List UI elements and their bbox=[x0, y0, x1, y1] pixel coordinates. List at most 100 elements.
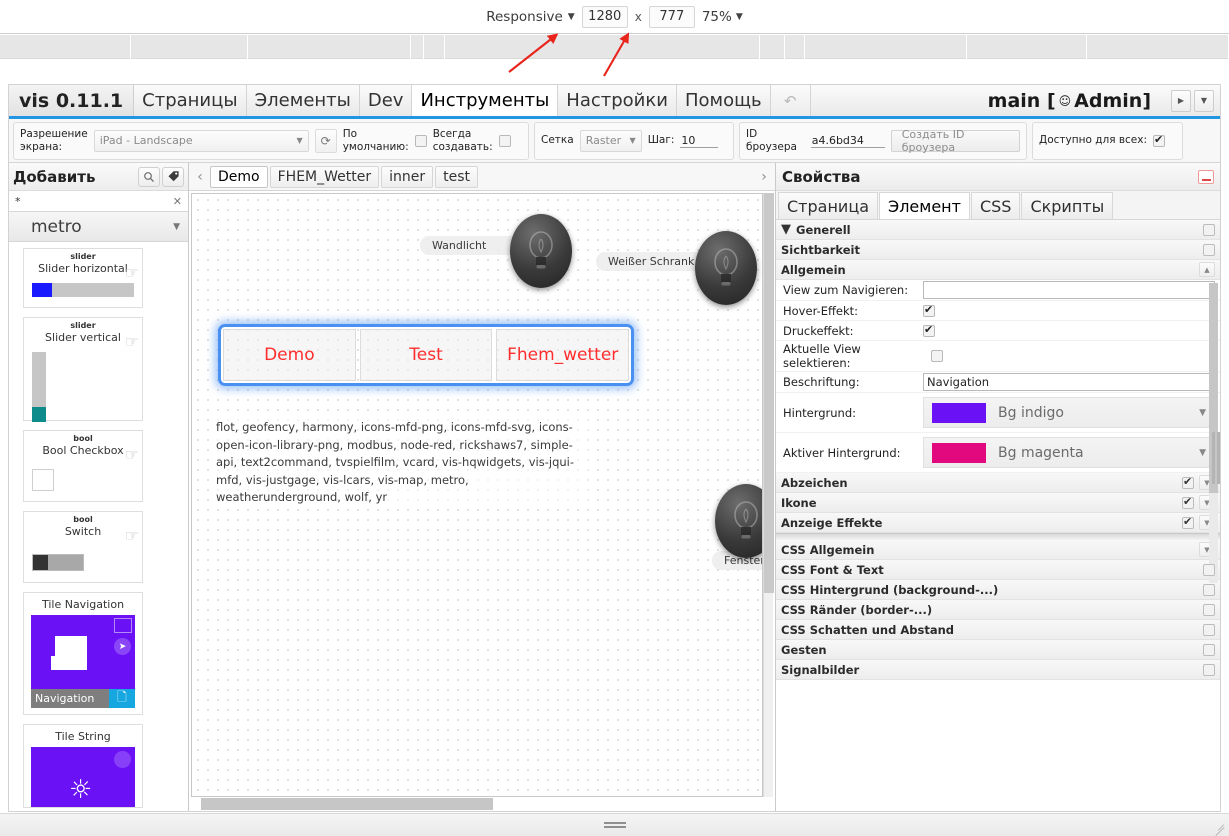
select-current-view-checkbox[interactable] bbox=[931, 350, 943, 362]
view-tab-demo[interactable]: Demo bbox=[210, 165, 268, 188]
property-group-gesten[interactable]: Gesten bbox=[776, 640, 1220, 660]
lightbulb-widget[interactable] bbox=[695, 231, 757, 305]
hover-effect-checkbox[interactable] bbox=[923, 303, 935, 317]
device-mode-dropdown[interactable]: Responsive ▼ bbox=[486, 9, 575, 25]
menu-item-dev[interactable]: Dev bbox=[359, 85, 413, 116]
caption-input[interactable] bbox=[923, 373, 1215, 391]
undo-icon[interactable]: ↶ bbox=[770, 85, 811, 116]
widget-card-slider-horizontal[interactable]: slider Slider horizontal ☞ bbox=[23, 248, 143, 308]
group-checkbox[interactable] bbox=[1203, 603, 1215, 616]
menu-item-elements[interactable]: Элементы bbox=[246, 85, 360, 116]
design-canvas[interactable]: Wandlicht Weißer Schrank Fenster r bbox=[191, 193, 763, 797]
property-group-css-raender[interactable]: CSS Ränder (border-...) bbox=[776, 600, 1220, 620]
group-checkbox[interactable] bbox=[1203, 583, 1215, 596]
tab-element[interactable]: Элемент bbox=[879, 192, 970, 219]
menu-item-help[interactable]: Помощь bbox=[676, 85, 771, 116]
canvas-pill-wandlicht[interactable]: Wandlicht bbox=[420, 236, 520, 255]
property-group-anzeige-effekte[interactable]: Anzeige Effekte ▼ bbox=[776, 513, 1220, 533]
property-group-sichtbarkeit[interactable]: Sichtbarkeit bbox=[776, 240, 1220, 260]
property-group-css-schatten[interactable]: CSS Schatten und Abstand bbox=[776, 620, 1220, 640]
property-group-css-font-text[interactable]: CSS Font & Text bbox=[776, 560, 1220, 580]
group-checkbox[interactable] bbox=[1203, 563, 1215, 576]
hand-cursor-icon: ☞ bbox=[124, 263, 139, 282]
canvas-vertical-scrollbar-thumb[interactable] bbox=[764, 193, 774, 593]
view-tab-fhem-wetter[interactable]: FHEM_Wetter bbox=[269, 165, 380, 188]
active-background-color-select[interactable]: Bg magenta ▼ bbox=[923, 437, 1215, 468]
lightbulb-widget[interactable] bbox=[715, 484, 762, 558]
view-tab-test[interactable]: test bbox=[435, 165, 479, 188]
browser-id-input[interactable] bbox=[810, 133, 885, 148]
grid-type-select[interactable]: Raster ▼ bbox=[579, 129, 642, 152]
window-resize-grip[interactable] bbox=[603, 820, 626, 830]
run-options-button[interactable]: ▼ bbox=[1194, 89, 1214, 112]
prev-view-icon[interactable]: ‹ bbox=[192, 169, 208, 185]
navigation-widget-group-selected[interactable]: Demo Test Fhem_wetter bbox=[218, 324, 634, 386]
property-group-css-allgemein[interactable]: CSS Allgemein ▼ bbox=[776, 540, 1220, 560]
property-group-generell[interactable]: ▼ Generell bbox=[776, 220, 1220, 240]
property-row-caption: Beschriftung: bbox=[776, 372, 1220, 393]
chevron-up-icon[interactable]: ▲ bbox=[1199, 262, 1215, 277]
default-checkbox[interactable] bbox=[414, 134, 427, 147]
menu-item-settings[interactable]: Настройки bbox=[558, 85, 677, 116]
viewport-height-input[interactable] bbox=[648, 5, 695, 28]
widget-card-tile-string[interactable]: Tile String ☼ bbox=[23, 724, 143, 808]
palette-filter-input[interactable] bbox=[13, 193, 171, 209]
default-label-line2: умолчанию: bbox=[342, 140, 409, 153]
property-group-signalbilder[interactable]: Signalbilder bbox=[776, 660, 1220, 680]
widget-set-selector[interactable]: metro ▼ bbox=[9, 212, 188, 242]
view-tab-inner[interactable]: inner bbox=[381, 165, 434, 188]
tab-css[interactable]: CSS bbox=[970, 192, 1021, 219]
nav-button-fhem-wetter[interactable]: Fhem_wetter bbox=[496, 329, 630, 381]
resize-corner-icon[interactable] bbox=[1213, 821, 1227, 836]
property-group-css-hintergrund[interactable]: CSS Hintergrund (background-...) bbox=[776, 580, 1220, 600]
property-group-allgemein[interactable]: Allgemein ▲ bbox=[776, 260, 1220, 280]
nav-button-test[interactable]: Test bbox=[359, 329, 493, 381]
canvas-horizontal-scrollbar[interactable] bbox=[191, 798, 763, 810]
canvas-horizontal-scrollbar-thumb[interactable] bbox=[201, 798, 493, 810]
group-checkbox[interactable] bbox=[1203, 243, 1215, 256]
widget-card-tile-navigation[interactable]: Tile Navigation ➤ Navigation 🗋 bbox=[23, 592, 143, 715]
group-checkbox[interactable] bbox=[1203, 643, 1215, 656]
group-checkbox[interactable] bbox=[1203, 663, 1215, 676]
menu-item-tools[interactable]: Инструменты bbox=[412, 85, 559, 116]
background-color-select[interactable]: Bg indigo ▼ bbox=[923, 397, 1215, 428]
group-checkbox[interactable] bbox=[1182, 515, 1194, 529]
tab-scripts[interactable]: Скрипты bbox=[1021, 192, 1114, 219]
group-checkbox[interactable] bbox=[1203, 223, 1215, 236]
widget-card-bool-checkbox[interactable]: bool Bool Checkbox ☞ bbox=[23, 430, 143, 502]
widget-card-switch[interactable]: bool Switch ☞ bbox=[23, 511, 143, 583]
adapters-text-widget[interactable]: flot, geofency, harmony, icons-mfd-png, … bbox=[216, 419, 588, 507]
press-effect-checkbox[interactable] bbox=[923, 323, 935, 337]
close-icon[interactable]: ✕ bbox=[171, 195, 184, 208]
group-checkbox[interactable] bbox=[1182, 495, 1194, 509]
group-checkbox[interactable] bbox=[1182, 475, 1194, 489]
lightbulb-widget[interactable] bbox=[510, 214, 572, 288]
zoom-dropdown[interactable]: 75% ▼ bbox=[702, 9, 743, 25]
refresh-resolution-button[interactable]: ⟳ bbox=[314, 128, 337, 153]
canvas-vertical-scrollbar[interactable] bbox=[763, 193, 774, 797]
widget-card-slider-vertical[interactable]: slider Slider vertical ☞ bbox=[23, 317, 143, 422]
resolution-select[interactable]: iPad - Landscape ▼ bbox=[93, 129, 309, 152]
property-value bbox=[923, 281, 1215, 299]
minimize-icon[interactable] bbox=[1198, 169, 1214, 184]
property-group-ikone[interactable]: Ikone ▼ bbox=[776, 493, 1220, 513]
group-checkbox[interactable] bbox=[1203, 623, 1215, 636]
view-navigate-input[interactable] bbox=[923, 281, 1215, 299]
next-view-icon[interactable]: › bbox=[756, 169, 772, 185]
always-create-checkbox[interactable] bbox=[498, 134, 511, 147]
tab-page[interactable]: Страница bbox=[778, 192, 879, 219]
panel-resize-handle[interactable] bbox=[1211, 432, 1221, 484]
viewport-width-input[interactable] bbox=[581, 5, 628, 28]
app-menubar: vis 0.11.1 Страницы Элементы Dev Инструм… bbox=[9, 85, 1220, 119]
menu-item-pages[interactable]: Страницы bbox=[134, 85, 247, 116]
property-group-abzeichen[interactable]: Abzeichen ▼ bbox=[776, 473, 1220, 493]
step-input[interactable] bbox=[680, 133, 719, 148]
tag-icon[interactable] bbox=[162, 166, 184, 187]
run-button[interactable]: ▶ bbox=[1171, 89, 1191, 112]
available-all-checkbox[interactable] bbox=[1153, 133, 1166, 147]
nav-button-demo[interactable]: Demo bbox=[223, 329, 356, 381]
property-key: Hover-Effekt: bbox=[783, 303, 859, 318]
search-icon[interactable] bbox=[138, 166, 160, 187]
group-label: Anzeige Effekte bbox=[781, 515, 883, 530]
create-browser-id-button[interactable]: Создать ID броузера bbox=[890, 128, 1020, 154]
